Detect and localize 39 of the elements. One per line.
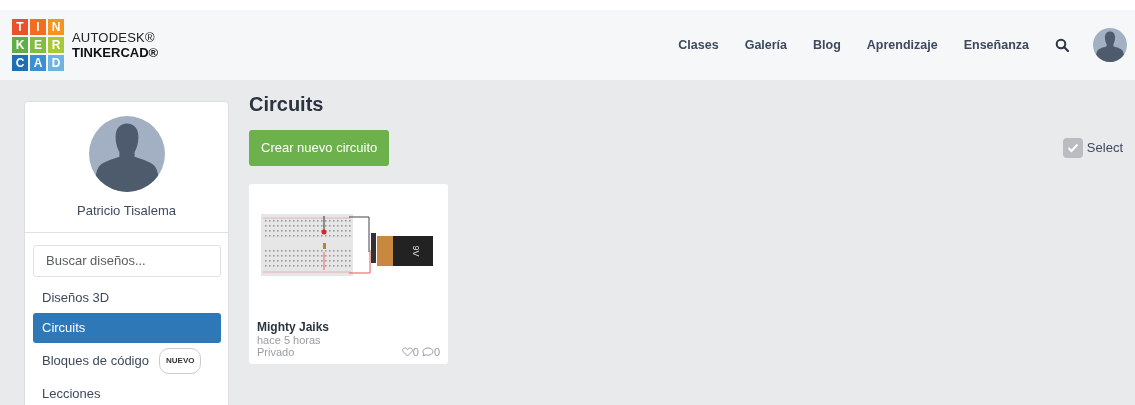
search-icon[interactable] — [1055, 38, 1069, 52]
comment-icon[interactable] — [421, 346, 434, 357]
user-name: Patricio Tisalema — [77, 202, 176, 220]
user-menu-avatar[interactable] — [1093, 28, 1127, 62]
battery-label: 9V — [411, 245, 421, 256]
search-field[interactable]: Buscar diseños... — [33, 244, 221, 277]
logo-tile: I — [30, 19, 46, 35]
design-name: Mighty Jaiks — [257, 319, 331, 334]
nav-link[interactable]: Blog — [813, 35, 841, 55]
nav-link[interactable]: Galería — [744, 35, 788, 55]
logo-tile: A — [30, 55, 46, 71]
nav-link[interactable]: Enseñanza — [963, 35, 1029, 55]
sidebar-item[interactable]: Circuits — [33, 312, 221, 343]
check-icon — [1066, 142, 1079, 153]
comment-count: 0 — [433, 345, 440, 358]
page-title: Circuits — [249, 92, 325, 116]
brand-name: TINKERCAD® — [72, 45, 159, 60]
nav-link[interactable]: Clases — [678, 35, 719, 55]
logo-tile: T — [12, 19, 28, 35]
design-card[interactable]: 9V Mighty Jaiks hace 5 horas Privado 0 0 — [249, 183, 448, 364]
logo-tile: N — [48, 19, 64, 35]
sidebar-item[interactable]: Bloques de código NUEVO — [33, 342, 221, 379]
sidebar-item-label: Bloques de código — [42, 351, 149, 370]
visibility-label: Privado — [257, 345, 295, 358]
sidebar-item[interactable]: Diseños 3D — [33, 282, 221, 313]
new-badge: NUEVO — [159, 347, 202, 374]
brand-name: AUTODESK® — [72, 30, 156, 45]
nav-link[interactable]: Aprendizaje — [866, 35, 938, 55]
design-time: hace 5 horas — [257, 333, 322, 346]
heart-icon[interactable] — [401, 346, 413, 357]
logo-tile: C — [12, 55, 28, 71]
like-count: 0 — [412, 345, 419, 358]
logo-tile: K — [12, 37, 28, 53]
sidebar-item[interactable]: Lecciones — [33, 378, 221, 405]
logo-tile: R — [48, 37, 64, 53]
logo-tile: E — [30, 37, 46, 53]
logo-tile: D — [48, 55, 64, 71]
select-label: Select — [1086, 139, 1123, 157]
select-checkbox[interactable] — [1062, 137, 1083, 158]
